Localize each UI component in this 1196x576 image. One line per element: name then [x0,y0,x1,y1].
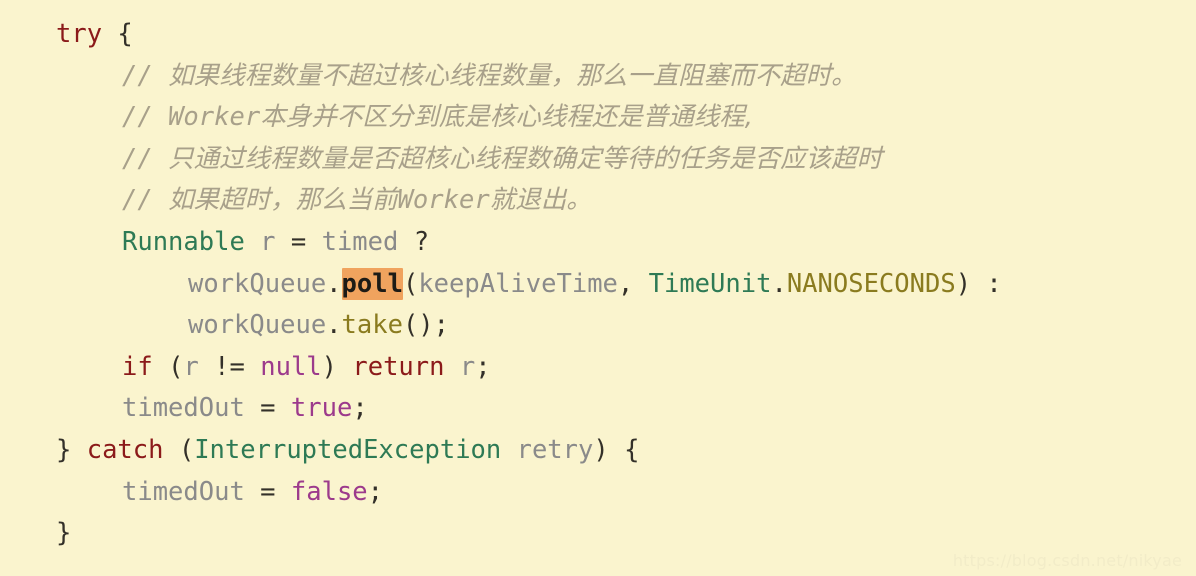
code-token: 本身并不区分到底是核心线程还是普通线程, [260,102,753,133]
code-token: retry [501,434,594,465]
code-line: } [0,513,1196,555]
code-token: r [244,226,291,257]
code-token: Worker [168,102,261,133]
code-token: 如果超时，那么当前 [168,185,398,216]
code-token: NANOSECONDS [786,268,956,299]
code-token: . [326,268,342,299]
code-line: // Worker本身并不区分到底是核心线程还是普通线程, [0,97,1196,139]
code-block[interactable]: try {// 如果线程数量不超过核心线程数量，那么一直阻塞而不超时。// Wo… [0,14,1196,555]
code-line: Runnable r = timed ? [0,222,1196,264]
code-token: ( [402,268,419,299]
code-line: // 如果超时，那么当前Worker就退出。 [0,180,1196,222]
code-line: if (r != null) return r; [0,347,1196,389]
code-line: timedOut = false; [0,472,1196,514]
code-token: workQueue [188,268,327,299]
code-line: // 只通过线程数量是否超核心线程数确定等待的任务是否应该超时 [0,139,1196,181]
code-token: workQueue [188,310,327,341]
code-token: // [122,60,169,91]
code-token: ( [168,351,184,382]
code-token: (); [402,310,450,341]
code-token: // [122,185,169,216]
watermark: https://blog.csdn.net/nikyae [952,551,1182,570]
code-token: 就退出。 [489,185,592,216]
code-token: Runnable [122,226,245,257]
code-line: workQueue.poll(keepAliveTime, TimeUnit.N… [0,264,1196,306]
code-token: timed [306,226,414,257]
code-token: // [122,143,169,174]
code-token: timedOut [122,476,261,507]
code-line: try { [0,14,1196,56]
code-token: r [183,351,215,382]
code-token: null [260,351,322,382]
code-token: timedOut [122,393,261,424]
code-line: } catch (InterruptedException retry) { [0,430,1196,472]
code-token: keepAliveTime [418,268,618,299]
code-token: 只通过线程数量是否超核心线程数确定等待的任务是否应该超时 [168,143,883,174]
code-token: ) [593,434,609,465]
code-token: ? [413,226,430,257]
code-token: 如果线程数量不超过核心线程数量，那么一直阻塞而不超时。 [168,60,857,91]
code-token: ; [367,476,384,507]
code-token: ) [955,268,972,299]
code-token: ( [178,434,195,465]
code-token: if [122,351,153,382]
search-highlight-token[interactable]: poll [341,267,403,300]
code-token: Worker [397,185,490,216]
code-token: true [290,393,353,424]
code-token: InterruptedException [194,434,502,465]
code-token: } [56,434,72,465]
code-token: return [352,351,445,382]
code-token: = [260,476,276,507]
code-snippet-canvas: try {// 如果线程数量不超过核心线程数量，那么一直阻塞而不超时。// Wo… [0,0,1196,576]
code-token: take [341,310,403,341]
code-token: = [290,226,307,257]
code-token: r [444,351,476,382]
code-token: . [326,310,342,341]
code-token: // [122,102,169,133]
code-token: ; [352,393,368,424]
code-token: { [117,19,133,49]
code-token: } [56,518,72,549]
code-token: TimeUnit [648,268,772,299]
code-line: // 如果线程数量不超过核心线程数量，那么一直阻塞而不超时。 [0,56,1196,98]
code-token: { [624,434,640,465]
code-token: ; [475,351,491,382]
code-token: false [290,476,368,507]
code-token: try [56,19,103,49]
code-token: : [986,268,1002,299]
code-token: , [617,268,634,299]
code-token: != [214,351,245,382]
code-line: timedOut = true; [0,388,1196,430]
code-token: = [260,393,276,424]
code-token: catch [86,434,164,465]
code-line: workQueue.take(); [0,305,1196,347]
code-token: ) [321,351,338,382]
code-token: . [771,268,787,299]
